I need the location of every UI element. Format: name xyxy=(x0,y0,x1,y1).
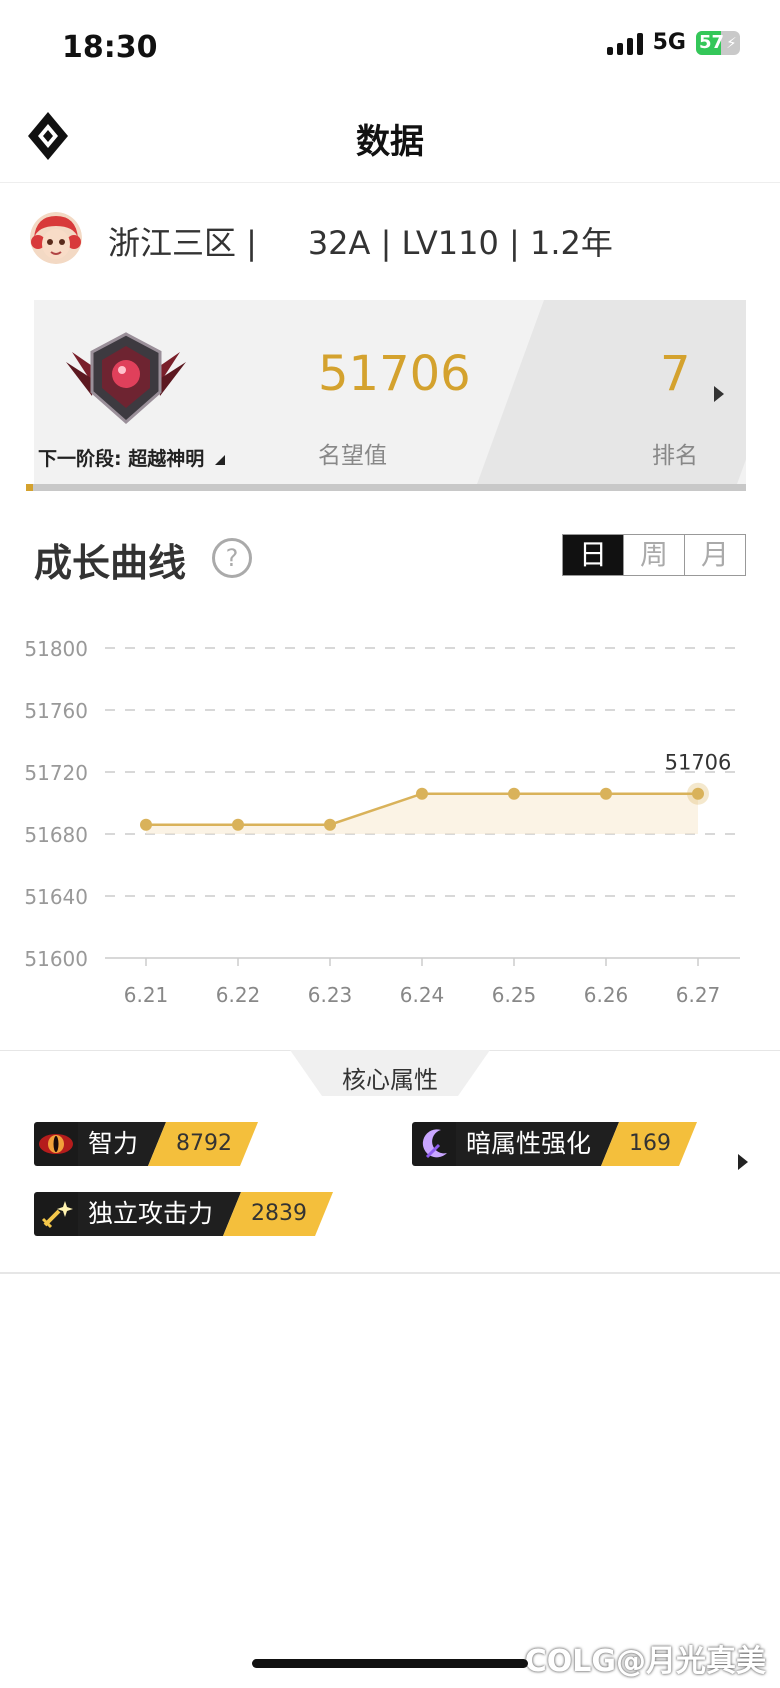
series-area xyxy=(146,793,698,834)
data-label: 51706 xyxy=(665,751,732,775)
period-day-tab[interactable]: 日 xyxy=(563,535,623,575)
x-tick-label: 6.25 xyxy=(492,983,537,1007)
rank-detail-arrow-icon[interactable] xyxy=(714,386,724,402)
y-tick-label: 51760 xyxy=(24,699,88,723)
x-tick-label: 6.23 xyxy=(308,983,353,1007)
dark-moon-icon xyxy=(412,1122,456,1166)
fame-label: 名望值 xyxy=(318,443,387,469)
charging-icon: ⚡ xyxy=(726,33,737,52)
watermark: COLG@月光真美 xyxy=(524,1644,766,1679)
stage-progress-fill xyxy=(26,484,34,491)
period-month-tab[interactable]: 月 xyxy=(684,535,745,575)
fame-value: 51706 xyxy=(318,346,471,402)
data-point xyxy=(324,818,336,831)
attribute-name: 独立攻击力 xyxy=(78,1192,241,1236)
y-tick-label: 51640 xyxy=(24,885,88,909)
y-tick-label: 51800 xyxy=(24,637,88,661)
corner-arrow-icon xyxy=(214,455,225,465)
attribute-item[interactable]: 智力 8792 xyxy=(34,1122,258,1166)
next-stage-text: 下一阶段: 超越神明 xyxy=(38,448,205,470)
battery-icon: 57 ⚡ xyxy=(696,30,740,55)
network-type: 5G xyxy=(652,30,686,55)
data-point xyxy=(508,787,520,800)
status-indicators: 5G 57 ⚡ xyxy=(606,30,740,55)
rank-value: 7 xyxy=(660,346,691,402)
battery-level: 57 xyxy=(699,32,725,53)
growth-curve-title: 成长曲线 xyxy=(34,541,187,585)
data-point xyxy=(600,787,612,800)
home-indicator[interactable] xyxy=(252,1659,528,1668)
status-time: 18:30 xyxy=(62,30,158,65)
signal-icon xyxy=(606,31,643,55)
profile-info: 浙江三区 | 32A | LV110 | 1.2年 xyxy=(108,224,613,262)
x-tick-label: 6.27 xyxy=(676,983,721,1007)
red-eye-icon xyxy=(34,1122,78,1166)
attributes-more-arrow-icon[interactable] xyxy=(738,1154,748,1170)
x-tick-label: 6.21 xyxy=(124,983,169,1007)
x-tick-label: 6.24 xyxy=(400,983,445,1007)
attribute-name: 暗属性强化 xyxy=(456,1122,619,1166)
attribute-value: 8792 xyxy=(148,1122,258,1166)
growth-chart: 51800 51760 51720 51680 51640 51600 6.21 6.22 6.… xyxy=(24,637,740,1007)
help-icon[interactable]: ? xyxy=(212,538,252,578)
period-selector: 日 周 月 xyxy=(562,534,746,576)
stage-progress-track xyxy=(26,484,746,491)
section-divider xyxy=(0,1272,780,1274)
y-tick-label: 51600 xyxy=(24,947,88,971)
core-attributes-title: 核心属性 xyxy=(342,1066,438,1094)
data-point xyxy=(692,787,704,800)
page-title: 数据 xyxy=(356,122,424,162)
data-point xyxy=(232,818,244,831)
rank-badge-icon xyxy=(66,332,186,425)
avatar[interactable] xyxy=(30,212,82,264)
period-week-tab[interactable]: 周 xyxy=(623,535,684,575)
y-tick-label: 51720 xyxy=(24,761,88,785)
attribute-item[interactable]: 独立攻击力 2839 xyxy=(34,1192,333,1236)
sparkle-sword-icon xyxy=(34,1192,78,1236)
rank-label: 排名 xyxy=(652,443,698,469)
y-tick-label: 51680 xyxy=(24,823,88,847)
attribute-value: 2839 xyxy=(223,1192,333,1236)
x-tick-label: 6.22 xyxy=(216,983,261,1007)
data-point xyxy=(140,818,152,831)
data-point xyxy=(416,787,428,800)
attribute-item[interactable]: 暗属性强化 169 xyxy=(412,1122,697,1166)
next-stage-label[interactable]: 下一阶段: 超越神明 xyxy=(38,444,225,471)
x-tick-label: 6.26 xyxy=(584,983,629,1007)
